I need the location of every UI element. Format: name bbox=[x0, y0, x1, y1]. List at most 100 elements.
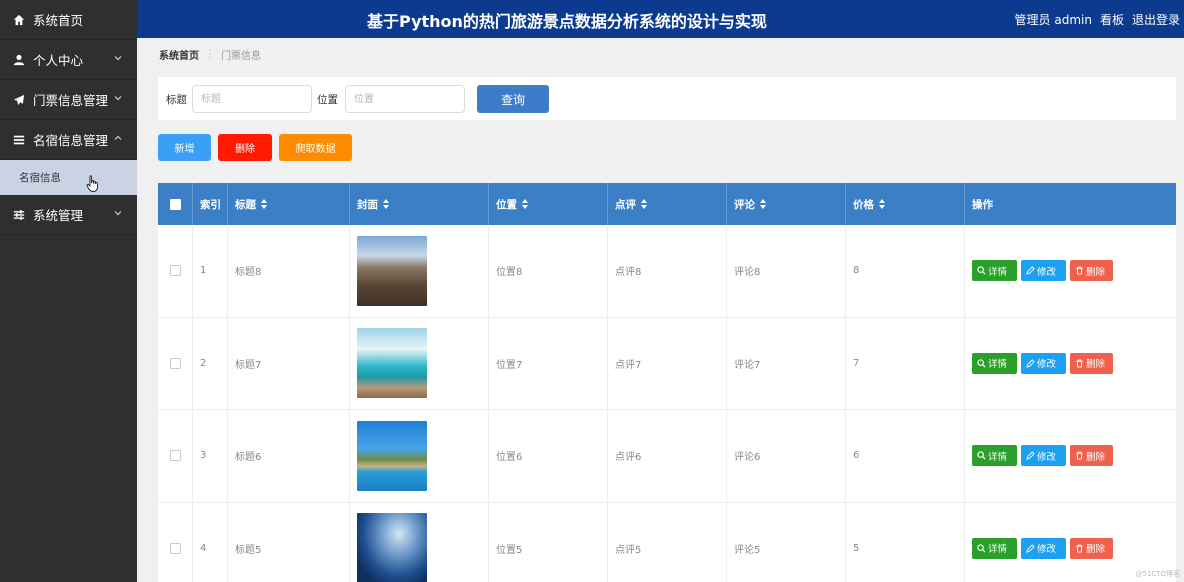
sort-icon[interactable] bbox=[383, 199, 390, 209]
sidebar-item-ticket-management[interactable]: 门票信息管理 bbox=[0, 80, 137, 120]
price-cell: 7 bbox=[846, 317, 965, 409]
search-icon bbox=[977, 266, 986, 275]
detail-button[interactable]: 详情 bbox=[972, 352, 1017, 374]
row-checkbox[interactable] bbox=[169, 357, 181, 369]
pencil-icon bbox=[1026, 266, 1035, 276]
sidebar-item-homestay-management[interactable]: 名宿信息管理 bbox=[0, 120, 137, 160]
sidebar: 系统首页 个人中心 门票信息管理 名宿信息管理 名宿信息 系统管理 bbox=[0, 0, 137, 582]
cover-cell bbox=[350, 317, 489, 409]
sidebar-item-home[interactable]: 系统首页 bbox=[0, 0, 137, 40]
column-header-price[interactable]: 价格 bbox=[846, 183, 965, 225]
add-button[interactable]: 新增 bbox=[158, 134, 211, 161]
title-search-input[interactable] bbox=[192, 85, 312, 113]
row-checkbox[interactable] bbox=[169, 450, 181, 462]
sidebar-item-label: 名宿信息管理 bbox=[33, 133, 109, 148]
column-header-actions: 操作 bbox=[972, 198, 993, 211]
query-button[interactable]: 查询 bbox=[477, 85, 549, 113]
cover-image[interactable] bbox=[357, 328, 427, 399]
table-row: 3 标题6 位置6 点评6 评论6 6 详情 修改 删除 bbox=[158, 410, 1176, 503]
sidebar-item-label: 系统管理 bbox=[33, 208, 84, 223]
chevron-down-icon bbox=[114, 211, 122, 216]
paper-plane-icon bbox=[12, 93, 26, 107]
location-cell: 位置5 bbox=[489, 502, 608, 582]
hand-cursor-icon bbox=[86, 175, 98, 192]
review-cell: 点评7 bbox=[608, 317, 727, 409]
sort-icon[interactable] bbox=[760, 199, 767, 209]
breadcrumb: 系统首页 ⋮ 门票信息 bbox=[159, 47, 261, 62]
sidebar-subitem-label: 名宿信息 bbox=[19, 172, 61, 184]
search-icon bbox=[977, 544, 986, 553]
row-select-cell bbox=[158, 410, 193, 502]
sidebar-item-label: 门票信息管理 bbox=[33, 93, 109, 108]
edit-button[interactable]: 修改 bbox=[1021, 352, 1066, 374]
price-cell: 6 bbox=[846, 410, 965, 502]
edit-button[interactable]: 修改 bbox=[1021, 537, 1066, 559]
breadcrumb-home[interactable]: 系统首页 bbox=[159, 47, 199, 62]
home-icon bbox=[12, 13, 26, 27]
sort-icon[interactable] bbox=[641, 199, 648, 209]
data-table: 索引 标题 封面 位置 点评 评论 价格 操作 1 标题8 位置8 点评8 评论… bbox=[158, 183, 1176, 582]
top-header: 基于Python的热门旅游景点数据分析系统的设计与实现 管理员 admin 看板… bbox=[137, 0, 1184, 38]
table-row: 1 标题8 位置8 点评8 评论8 8 详情 修改 删除 bbox=[158, 225, 1176, 318]
trash-icon bbox=[1076, 544, 1083, 553]
breadcrumb-current: 门票信息 bbox=[221, 51, 261, 62]
index-cell: 2 bbox=[193, 317, 228, 409]
actions-cell: 详情 修改 删除 bbox=[965, 225, 1176, 317]
sidebar-item-system-management[interactable]: 系统管理 bbox=[0, 195, 137, 235]
row-checkbox[interactable] bbox=[169, 542, 181, 554]
sort-icon[interactable] bbox=[261, 199, 268, 209]
trash-icon bbox=[1076, 266, 1083, 275]
header-select-all[interactable] bbox=[158, 183, 193, 225]
batch-delete-button[interactable]: 删除 bbox=[218, 134, 272, 161]
sidebar-item-label: 系统首页 bbox=[33, 13, 84, 28]
row-checkbox[interactable] bbox=[169, 265, 181, 277]
admin-user-label: 管理员 admin bbox=[1014, 13, 1092, 27]
trash-icon bbox=[1076, 359, 1083, 368]
cover-image[interactable] bbox=[357, 235, 427, 306]
sort-icon[interactable] bbox=[522, 199, 529, 209]
title-cell: 标题8 bbox=[228, 225, 350, 317]
watermark: @51CTO博客 bbox=[1135, 570, 1180, 578]
edit-button[interactable]: 修改 bbox=[1021, 260, 1066, 282]
title-cell: 标题7 bbox=[228, 317, 350, 409]
column-header-location[interactable]: 位置 bbox=[489, 183, 608, 225]
column-header-title[interactable]: 标题 bbox=[228, 183, 350, 225]
delete-button[interactable]: 删除 bbox=[1070, 537, 1113, 559]
dashboard-link[interactable]: 看板 bbox=[1100, 11, 1124, 28]
review-cell: 点评5 bbox=[608, 502, 727, 582]
cover-image[interactable] bbox=[357, 420, 427, 491]
delete-button[interactable]: 删除 bbox=[1070, 445, 1113, 467]
location-search-input[interactable] bbox=[345, 85, 465, 113]
search-icon bbox=[977, 359, 986, 368]
detail-button[interactable]: 详情 bbox=[972, 260, 1017, 282]
edit-button[interactable]: 修改 bbox=[1021, 445, 1066, 467]
table-row: 4 标题5 位置5 点评5 评论5 5 详情 修改 删除 bbox=[158, 502, 1176, 582]
pencil-icon bbox=[1026, 359, 1035, 368]
chevron-down-icon bbox=[114, 56, 122, 61]
select-all-checkbox[interactable] bbox=[169, 198, 181, 210]
cover-image[interactable] bbox=[357, 513, 427, 582]
comment-cell: 评论5 bbox=[727, 502, 846, 582]
column-header-comment[interactable]: 评论 bbox=[727, 183, 846, 225]
pencil-icon bbox=[1026, 544, 1035, 553]
list-icon bbox=[12, 133, 26, 147]
review-cell: 点评6 bbox=[608, 410, 727, 502]
delete-button[interactable]: 删除 bbox=[1070, 260, 1113, 282]
detail-button[interactable]: 详情 bbox=[972, 445, 1017, 467]
user-icon bbox=[12, 53, 26, 67]
column-header-cover[interactable]: 封面 bbox=[350, 183, 489, 225]
table-row: 2 标题7 位置7 点评7 评论7 7 详情 修改 删除 bbox=[158, 317, 1176, 410]
sidebar-subitem-homestay-info[interactable]: 名宿信息 bbox=[0, 160, 137, 195]
crawl-data-button[interactable]: 爬取数据 bbox=[279, 134, 352, 161]
delete-button[interactable]: 删除 bbox=[1070, 352, 1113, 374]
trash-icon bbox=[1076, 451, 1083, 460]
title-label: 标题 bbox=[166, 94, 187, 106]
search-panel: 标题 位置 查询 bbox=[158, 77, 1176, 120]
title-cell: 标题5 bbox=[228, 502, 350, 582]
detail-button[interactable]: 详情 bbox=[972, 537, 1017, 559]
logout-link[interactable]: 退出登录 bbox=[1132, 11, 1180, 28]
sort-icon[interactable] bbox=[879, 199, 886, 209]
sidebar-item-personal-center[interactable]: 个人中心 bbox=[0, 40, 137, 80]
index-cell: 1 bbox=[193, 225, 228, 317]
column-header-review[interactable]: 点评 bbox=[608, 183, 727, 225]
